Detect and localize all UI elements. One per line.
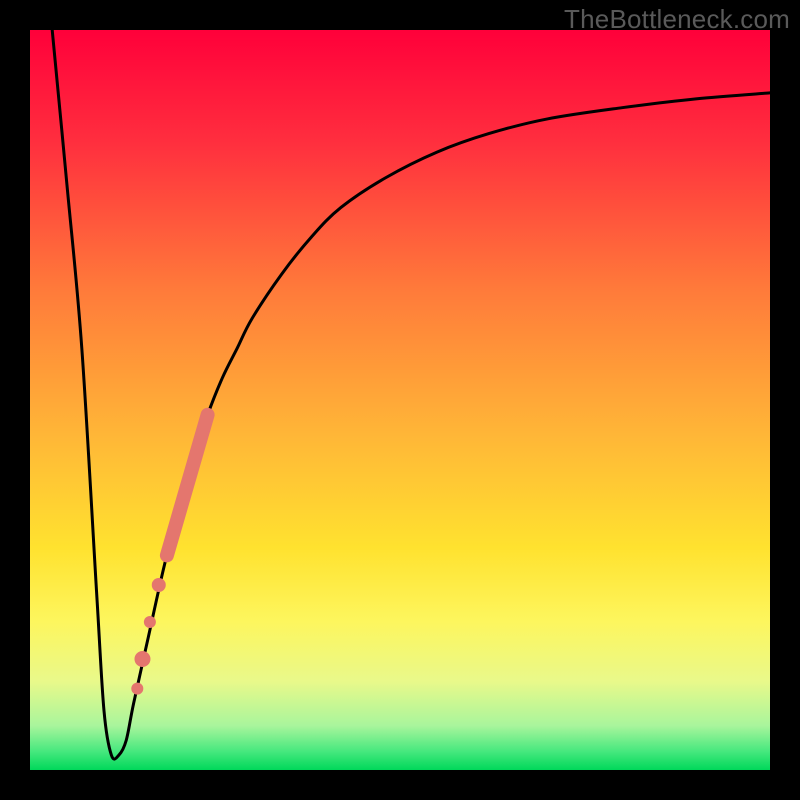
highlight-dot bbox=[144, 616, 156, 628]
highlight-dot bbox=[152, 578, 166, 592]
highlight-dot bbox=[131, 683, 143, 695]
highlight-dot bbox=[134, 651, 150, 667]
chart-frame: TheBottleneck.com bbox=[0, 0, 800, 800]
bottleneck-chart bbox=[30, 30, 770, 770]
plot-area bbox=[30, 30, 770, 770]
